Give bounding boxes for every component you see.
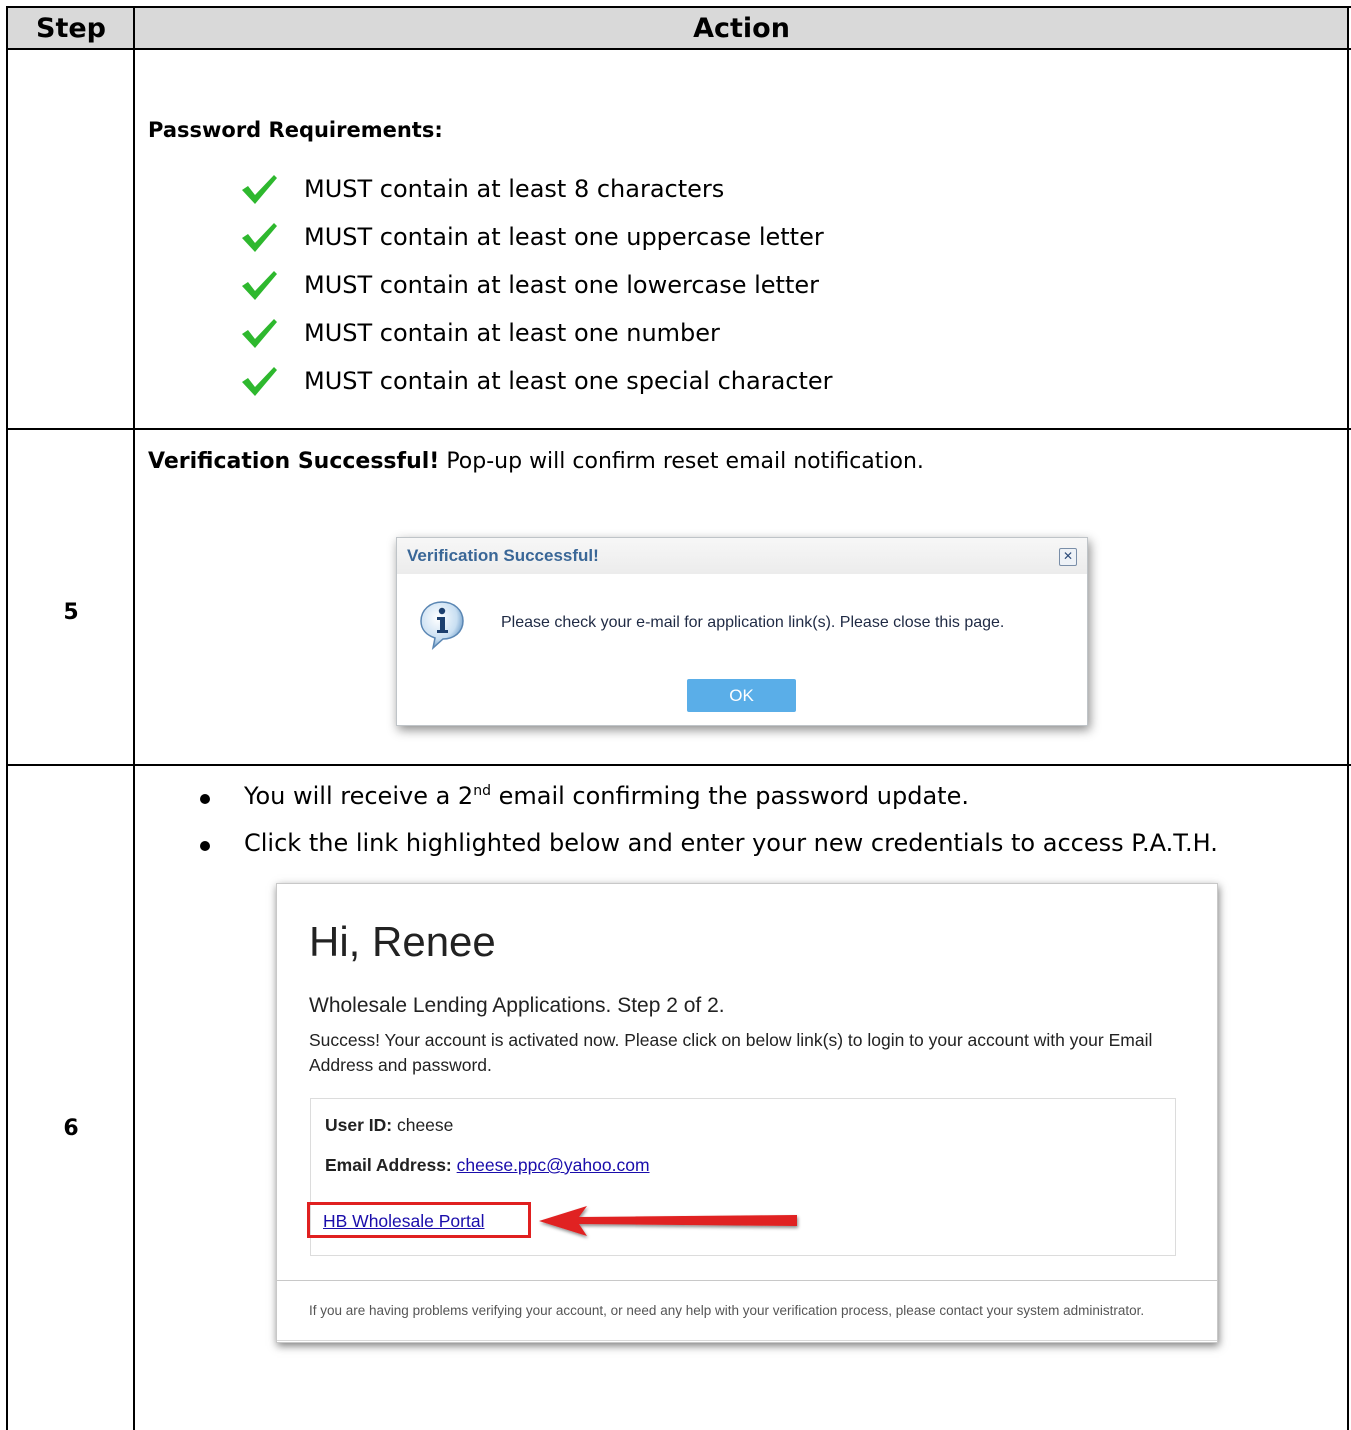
- email-address-label: Email Address:: [325, 1155, 452, 1175]
- list-item: MUST contain at least one number: [240, 313, 720, 353]
- bullet-text-2: Click the link highlighted below and ent…: [244, 829, 1218, 857]
- requirement-text: MUST contain at least 8 characters: [304, 175, 725, 203]
- step-number-6: 6: [63, 1116, 79, 1141]
- check-icon: [242, 367, 277, 396]
- check-icon: [242, 271, 277, 300]
- check-icon: [242, 319, 277, 348]
- border-header-bottom: [6, 48, 1351, 50]
- user-id-label: User ID:: [325, 1115, 393, 1135]
- bullet1-after: email confirming the password update.: [490, 782, 969, 810]
- bullet-text-1: You will receive a 2nd email confirming …: [244, 782, 969, 810]
- bullet-icon: [200, 841, 210, 851]
- bullet1-before: You will receive a 2: [244, 782, 474, 810]
- user-id-value: cheese: [392, 1115, 454, 1135]
- requirement-text: MUST contain at least one uppercase lett…: [304, 223, 824, 251]
- border-row-2: [6, 764, 1351, 766]
- verification-popup: Verification Successful! ✕ Please check …: [396, 537, 1088, 726]
- procedure-table: Step Action Password Requirements: MUST …: [0, 0, 1351, 1430]
- border-right: [1347, 6, 1349, 1430]
- ok-button[interactable]: OK: [687, 679, 796, 712]
- bullet1-sup: nd: [473, 783, 491, 799]
- email-divider: [277, 1280, 1217, 1281]
- popup-title: Verification Successful!: [407, 546, 599, 565]
- list-item: MUST contain at least one uppercase lett…: [240, 217, 824, 257]
- check-icon: [242, 175, 277, 204]
- requirement-text: MUST contain at least one lowercase lett…: [304, 271, 820, 299]
- email-body: Success! Your account is activated now. …: [309, 1030, 1153, 1075]
- verification-intro: Verification Successful! Pop-up will con…: [148, 449, 924, 474]
- verification-intro-bold: Verification Successful!: [148, 449, 440, 474]
- email-address-link[interactable]: cheese.ppc@yahoo.com: [457, 1155, 650, 1175]
- password-requirements-title: Password Requirements:: [148, 118, 443, 142]
- requirement-text: MUST contain at least one number: [304, 319, 720, 347]
- border-top: [6, 6, 1351, 8]
- info-icon: [420, 601, 464, 650]
- user-id-line: User ID: cheese: [325, 1115, 453, 1136]
- list-item: MUST contain at least one lowercase lett…: [240, 265, 819, 305]
- bullet-icon: [200, 794, 210, 804]
- popup-message: Please check your e-mail for application…: [501, 614, 1005, 631]
- email-footer: If you are having problems verifying you…: [309, 1303, 1145, 1318]
- requirement-text: MUST contain at least one special charac…: [304, 367, 833, 395]
- email-screenshot: Hi, Renee Wholesale Lending Applications…: [276, 883, 1218, 1343]
- email-subtitle: Wholesale Lending Applications. Step 2 o…: [309, 994, 725, 1017]
- step-number-5: 5: [63, 600, 79, 625]
- hb-wholesale-portal-link[interactable]: HB Wholesale Portal: [323, 1211, 484, 1232]
- close-icon[interactable]: ✕: [1059, 548, 1077, 566]
- header-step: Step: [36, 13, 106, 44]
- list-item: MUST contain at least 8 characters: [240, 169, 724, 209]
- verification-intro-text: Pop-up will confirm reset email notifica…: [439, 449, 924, 474]
- border-row-1: [6, 428, 1351, 430]
- border-column: [133, 6, 135, 1430]
- list-item: MUST contain at least one special charac…: [240, 361, 833, 401]
- email-divider-bottom: [277, 1340, 1217, 1341]
- email-address-line: Email Address: cheese.ppc@yahoo.com: [325, 1155, 650, 1176]
- portal-highlight-box: HB Wholesale Portal: [307, 1202, 531, 1238]
- email-greeting: Hi, Renee: [309, 918, 496, 965]
- border-left: [6, 6, 8, 1430]
- check-icon: [242, 223, 277, 252]
- header-action: Action: [693, 13, 790, 44]
- arrow-icon: [539, 1206, 797, 1236]
